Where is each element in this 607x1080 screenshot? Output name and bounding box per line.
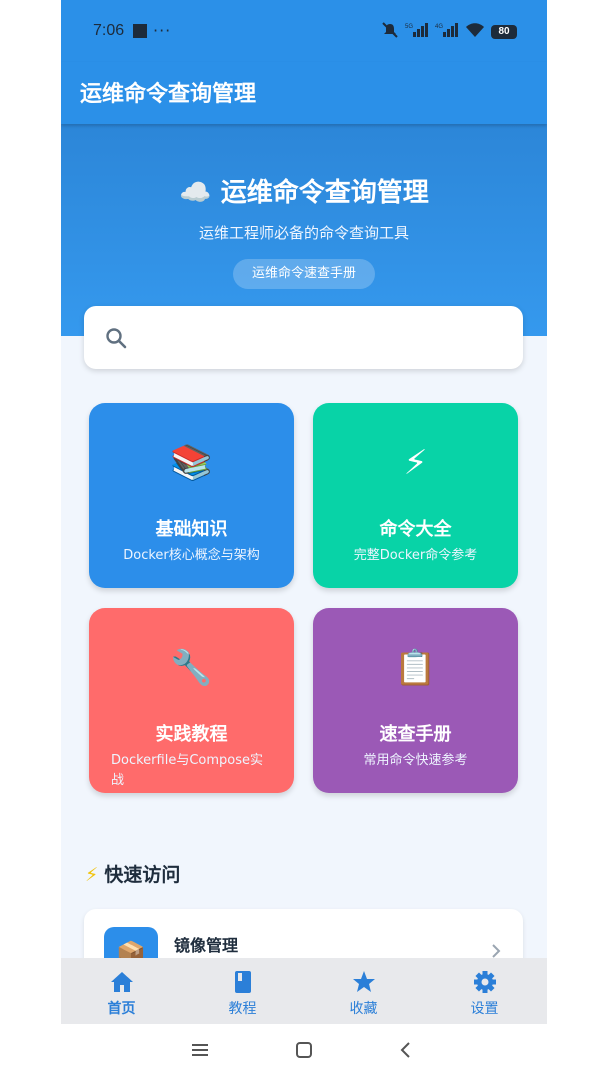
quick-access-title: 快速访问 (104, 864, 181, 886)
quick-access-heading: ⚡ 快速访问 (85, 860, 180, 887)
hero-title-text: 运维命令查询管理 (220, 178, 429, 208)
card-cheatsheet[interactable]: 📋 速查手册 常用命令快速参考 (313, 608, 518, 793)
nav-home-label: 首页 (107, 1001, 136, 1017)
more-notifications-icon: ··· (153, 21, 172, 40)
notification-icon (133, 24, 147, 38)
signal-5g-icon: 5G (405, 22, 429, 42)
books-icon: 📚 (170, 443, 213, 483)
card-basics[interactable]: 📚 基础知识 Docker核心概念与架构 (89, 403, 294, 588)
nav-tutorials[interactable]: 教程 (182, 958, 303, 1024)
search-input[interactable] (144, 320, 504, 354)
mute-icon (381, 22, 399, 42)
nav-tutorials-label: 教程 (228, 1001, 257, 1017)
hero-tag: 运维命令速查手册 (233, 259, 375, 289)
home-icon (111, 972, 133, 992)
signal-4g-label: 4G (435, 24, 443, 30)
hero-title: ☁️ 运维命令查询管理 (61, 172, 547, 209)
battery-icon: 80 (491, 25, 517, 39)
gear-icon (474, 971, 496, 993)
system-navigation-bar (0, 1024, 607, 1080)
search-icon (106, 328, 127, 349)
status-time: 7:06 (93, 22, 125, 39)
app-title: 运维命令查询管理 (80, 82, 257, 107)
card-tutorials[interactable]: 🔧 实践教程 Dockerfile与Compose实战 (89, 608, 294, 793)
cloud-icon: ☁️ (179, 178, 212, 208)
wifi-icon (465, 22, 485, 42)
nav-favorites[interactable]: 收藏 (303, 958, 424, 1024)
app-bar: 运维命令查询管理 (61, 62, 547, 124)
hero-subtitle: 运维工程师必备的命令查询工具 (198, 224, 409, 242)
wrench-icon: 🔧 (170, 648, 213, 688)
nav-settings-label: 设置 (470, 1001, 499, 1017)
card-title: 基础知识 (155, 519, 228, 540)
card-title: 实践教程 (155, 724, 228, 745)
book-icon (235, 971, 251, 993)
menu-icon[interactable] (190, 1040, 210, 1060)
app-screen: 7:06 ··· 5G 4G 80 运维命令查询管理 ☁️ 运维命令查询管理 运… (61, 0, 547, 1024)
star-icon (353, 971, 375, 992)
lightning-icon: ⚡ (403, 443, 428, 483)
hero-banner: ☁️ 运维命令查询管理 运维工程师必备的命令查询工具 运维命令速查手册 (61, 124, 547, 336)
nav-favorites-label: 收藏 (349, 1001, 378, 1017)
card-title: 命令大全 (379, 519, 452, 540)
lightning-icon: ⚡ (85, 864, 99, 886)
nav-settings[interactable]: 设置 (424, 958, 545, 1024)
signal-5g-label: 5G (405, 24, 413, 30)
card-commands[interactable]: ⚡ 命令大全 完整Docker命令参考 (313, 403, 518, 588)
card-title: 速查手册 (379, 724, 452, 745)
clipboard-icon: 📋 (394, 648, 437, 688)
home-button-icon[interactable] (294, 1040, 314, 1060)
quick-access-label: 镜像管理 (174, 936, 239, 955)
status-indicators: 5G 4G 80 (381, 22, 517, 42)
card-subtitle: Docker核心概念与架构 (123, 548, 260, 563)
back-icon[interactable] (396, 1040, 416, 1060)
card-subtitle: Dockerfile与Compose实战 (111, 753, 263, 788)
signal-4g-icon: 4G (435, 22, 459, 42)
bottom-navigation: 首页 教程 收藏 设置 (61, 958, 547, 1024)
status-bar: 7:06 ··· 5G 4G 80 (61, 0, 547, 62)
card-subtitle: 完整Docker命令参考 (353, 548, 478, 563)
search-bar[interactable] (84, 306, 523, 369)
nav-home[interactable]: 首页 (61, 958, 182, 1024)
card-subtitle: 常用命令快速参考 (363, 753, 468, 768)
